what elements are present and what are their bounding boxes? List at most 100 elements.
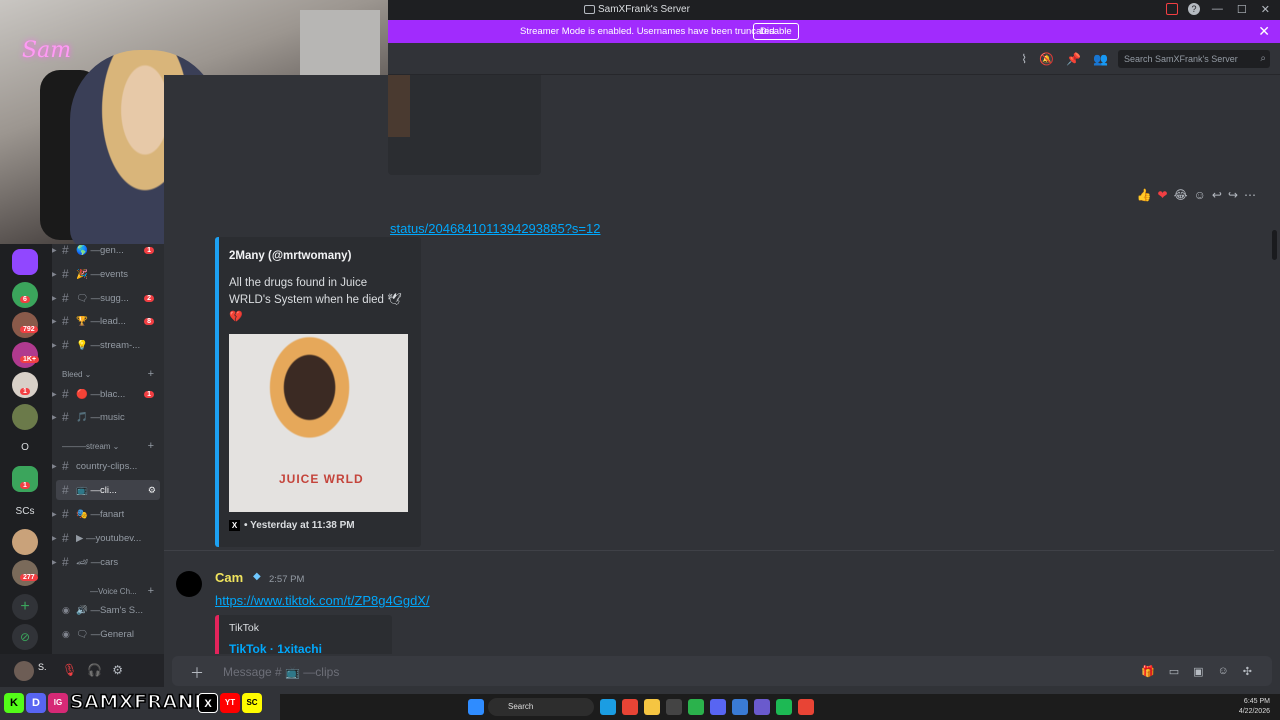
server-text-item[interactable]: SCs — [12, 506, 38, 517]
embed-timestamp: • Yesterday at 11:38 PM — [244, 520, 355, 531]
disable-streamer-mode-button[interactable]: Disable — [753, 23, 799, 40]
channel-sidebar: ▶ # 🌎 —gen... 1 ▶ # 🎉 —events ▶ # 🗨 —sugg... 2 ▶… — [52, 243, 164, 654]
title-bar: SamXFrank's Server ? — ☐ ✕ — [388, 0, 1280, 20]
add-server-icon[interactable]: + — [12, 594, 38, 620]
embed-author[interactable]: 2Many (@mrtwomany) — [229, 250, 351, 262]
message-input[interactable]: ＋ Message # 📺 —clips 🎁 ▭ ▣ ☺ ✣ — [172, 656, 1272, 686]
discord-icon: D — [26, 693, 46, 713]
tiktok-link[interactable]: https://www.tiktok.com/t/ZP8g4GgdX/ — [215, 593, 430, 608]
message-link[interactable]: status/2046841011394293885?s=12 — [390, 221, 600, 236]
thumbs-up-reaction-icon[interactable]: 👍 — [1137, 188, 1152, 202]
channel-item[interactable]: ▶ # 🗨 —sugg... 2 — [52, 288, 160, 308]
server-twitch-icon[interactable] — [12, 249, 38, 275]
channel-item[interactable]: ▶ # 🌎 —gen... 1 — [52, 240, 160, 260]
server-icon[interactable] — [12, 342, 38, 368]
category-bleed[interactable]: Bleed ⌄ — [62, 370, 91, 379]
taskbar-search-label: Search — [508, 702, 534, 711]
close-window-button[interactable]: ✕ — [1261, 3, 1270, 16]
chrome-icon[interactable] — [798, 699, 814, 715]
server-icon[interactable] — [12, 312, 38, 338]
avatar[interactable] — [176, 571, 202, 597]
channel-item[interactable]: ▶ # 💡 —stream-... — [52, 335, 160, 355]
discord-taskbar-icon[interactable] — [710, 699, 726, 715]
gift-icon[interactable]: 🎁 — [1141, 665, 1155, 678]
voice-channel-item[interactable]: ◉ 🗨 —General — [56, 624, 160, 644]
more-options-icon[interactable]: ⋯ — [1244, 188, 1256, 202]
channel-item[interactable]: ▶ # country-clips... — [52, 456, 160, 476]
emoji-icon[interactable]: ☺ — [1218, 665, 1229, 678]
heart-reaction-icon[interactable]: ❤ — [1158, 188, 1168, 202]
embed-description: All the drugs found in Juice WRLD's Syst… — [229, 277, 402, 306]
server-icon[interactable] — [12, 529, 38, 555]
server-text-item[interactable]: O — [12, 442, 38, 453]
search-input[interactable]: Search SamXFrank's Server ⌕ — [1118, 50, 1270, 68]
channel-item[interactable]: ▶ # 🎭 —fanart — [52, 504, 160, 524]
mute-mic-icon[interactable]: 🎙 — [62, 663, 77, 677]
server-icon[interactable] — [12, 404, 38, 430]
channel-settings-icon[interactable]: ⚙ — [148, 485, 156, 496]
edge-icon[interactable] — [600, 699, 616, 715]
pinned-messages-icon[interactable]: 📌 — [1066, 52, 1081, 66]
server-icon[interactable] — [12, 282, 38, 308]
add-channel-icon[interactable]: + — [148, 440, 154, 452]
voice-channel-item[interactable]: ◉ 🔊 —Sam's S... — [56, 600, 160, 620]
embed-title[interactable]: TikTok · 1xitachi — [229, 642, 322, 654]
spotify-icon[interactable] — [776, 699, 792, 715]
add-channel-icon[interactable]: + — [148, 585, 154, 597]
windows-start-icon[interactable] — [468, 699, 484, 715]
message-author[interactable]: Cam — [215, 570, 243, 585]
window-title: SamXFrank's Server — [598, 4, 690, 15]
stream-logo: Sam — [22, 38, 72, 63]
reply-icon[interactable]: ↩ — [1212, 188, 1222, 202]
channel-item[interactable]: ▶ # 🔴 —blac... 1 — [52, 384, 160, 404]
channel-item[interactable]: ▶ # ▶ —youtubev... — [52, 528, 160, 548]
server-badge: 792 — [20, 326, 38, 333]
threads-icon[interactable]: ⌇ — [1021, 52, 1027, 66]
taskbar-search[interactable]: Search — [488, 698, 594, 716]
mute-notifications-icon[interactable]: 🔕 — [1039, 52, 1054, 66]
channel-item[interactable]: ▶ # 🎵 —music — [52, 407, 160, 427]
close-banner-icon[interactable]: ✕ — [1258, 23, 1270, 40]
server-rail: 6 792 1K+ 1 O 1 SCs 277 + ⊘ — [0, 244, 52, 687]
gif-icon[interactable]: ▭ — [1169, 665, 1179, 678]
category-voice[interactable]: —Voice Ch... — [90, 587, 137, 596]
attach-plus-icon[interactable]: ＋ — [190, 663, 204, 683]
laugh-reaction-icon[interactable]: 😂 — [1174, 188, 1188, 202]
forward-icon[interactable]: ↪ — [1228, 188, 1238, 202]
streamer-mode-message: Streamer Mode is enabled. Usernames have… — [520, 26, 778, 37]
discover-icon[interactable]: ⊘ — [12, 624, 38, 650]
add-channel-icon[interactable]: + — [148, 368, 154, 380]
member-list-icon[interactable]: 👥 — [1093, 52, 1108, 66]
avatar[interactable] — [14, 661, 34, 681]
stream-screen-icon[interactable] — [1166, 3, 1178, 15]
embed-image-text: JUICE WRLD — [279, 472, 364, 486]
help-icon[interactable]: ? — [1188, 3, 1200, 15]
app-icon[interactable] — [688, 699, 704, 715]
sticker-icon[interactable]: ▣ — [1193, 665, 1203, 678]
minimize-button[interactable]: — — [1212, 3, 1223, 16]
maximize-button[interactable]: ☐ — [1237, 3, 1247, 16]
message-placeholder: Message # 📺 —clips — [223, 665, 340, 679]
server-icon[interactable] — [12, 560, 38, 586]
speaker-icon: ◉ — [62, 628, 70, 639]
apps-icon[interactable]: ✣ — [1243, 665, 1252, 678]
channel-item-clips-active[interactable]: # 📺 —cli... ⚙ — [56, 480, 160, 500]
file-explorer-icon[interactable] — [644, 699, 660, 715]
app-icon[interactable] — [732, 699, 748, 715]
chat-scrollbar[interactable] — [1272, 230, 1277, 260]
system-clock[interactable]: 6:45 PM 4/22/2026 — [1239, 697, 1270, 717]
server-badge: 1K+ — [20, 356, 40, 363]
server-badge: 6 — [20, 296, 30, 303]
channel-item[interactable]: ▶ # 🎉 —events — [52, 264, 160, 284]
obs-icon[interactable] — [754, 699, 770, 715]
channel-item[interactable]: ▶ # 🏆 —lead... 8 — [52, 311, 160, 331]
store-icon[interactable] — [666, 699, 682, 715]
user-settings-gear-icon[interactable]: ⚙ — [112, 663, 123, 677]
add-reaction-icon[interactable]: ☺ — [1194, 188, 1206, 202]
headphones-icon[interactable]: 🎧 — [87, 663, 102, 677]
channel-item[interactable]: ▶ # 🏎 —cars — [52, 552, 160, 572]
category-stream[interactable]: ———stream ⌄ — [62, 442, 119, 451]
chrome-icon[interactable] — [622, 699, 638, 715]
embed-image[interactable]: JUICE WRLD — [229, 334, 408, 512]
windows-taskbar: Search 6:45 PM 4/22/2026 — [280, 694, 1280, 720]
